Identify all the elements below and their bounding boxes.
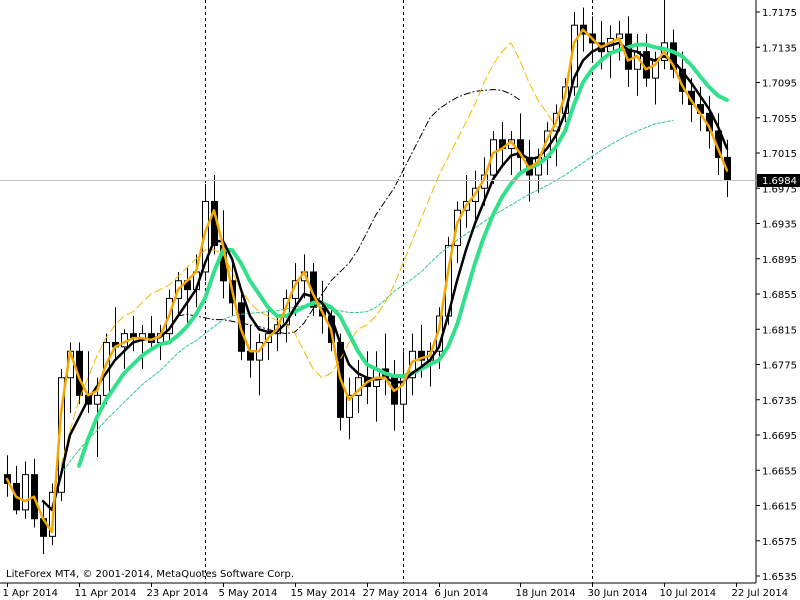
price-tick-label: 1.6735 [762, 396, 797, 407]
price-tick-label: 1.6935 [762, 220, 797, 231]
time-tick-label: 30 Jun 2014 [588, 588, 648, 599]
copyright-text: LiteForex MT4, © 2001-2014, MetaQuotes S… [6, 569, 294, 580]
price-tick-label: 1.7135 [762, 43, 797, 54]
price-tick-label: 1.6575 [762, 537, 797, 548]
time-tick-label: 23 Apr 2014 [147, 588, 209, 599]
price-tick-label: 1.7175 [762, 8, 797, 19]
candle-body-up [94, 394, 101, 405]
time-tick-label: 27 May 2014 [363, 588, 428, 599]
time-tick-label: 6 Jun 2014 [435, 588, 489, 599]
time-tick-label: 1 Apr 2014 [3, 588, 58, 599]
chart-window: 1.7175 1.7135 1.7095 1.7055 1.7015 1.6975 1.69… [0, 0, 800, 600]
price-tick-label: 1.7015 [762, 149, 797, 160]
candle-body-up [22, 474, 29, 511]
time-tick-label: 15 May 2014 [291, 588, 356, 599]
current-price-tag: 1.6984 [757, 174, 800, 187]
price-tick-label: 1.6895 [762, 255, 797, 266]
price-tick-label: 1.7095 [762, 79, 797, 90]
price-tick-label: 1.6535 [762, 572, 797, 583]
time-tick-label: 10 Jul 2014 [660, 588, 717, 599]
candle-body-down [247, 350, 254, 361]
time-tick-label: 18 Jun 2014 [516, 588, 576, 599]
price-chart[interactable]: 1.71751.71351.70951.70551.70151.69751.69… [0, 0, 800, 600]
price-tick-label: 1.6655 [762, 466, 797, 477]
time-tick-label: 11 Apr 2014 [75, 588, 137, 599]
time-tick-label: 5 May 2014 [219, 588, 278, 599]
price-tick-label: 1.6695 [762, 431, 797, 442]
price-tick-label: 1.6855 [762, 290, 797, 301]
price-tick-label: 1.6775 [762, 361, 797, 372]
time-tick-label: 22 Jul 2014 [732, 588, 789, 599]
price-tick-label: 1.6815 [762, 325, 797, 336]
price-tick-label: 1.7055 [762, 114, 797, 125]
current-price-label: 1.6984 [762, 176, 797, 187]
price-tick-label: 1.6615 [762, 502, 797, 513]
